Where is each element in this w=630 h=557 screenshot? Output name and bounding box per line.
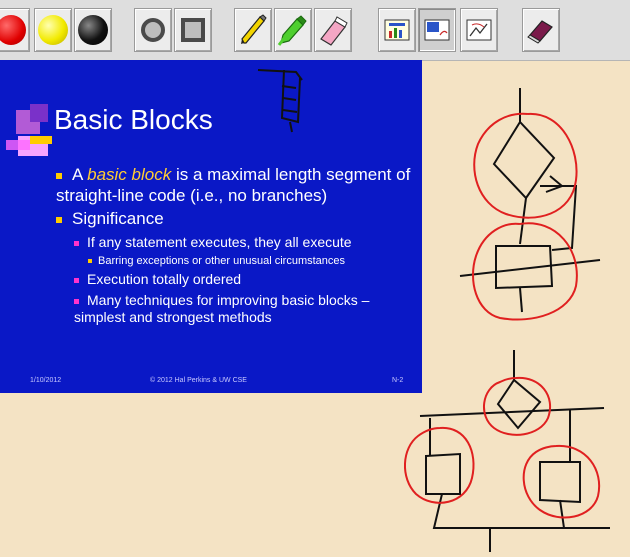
lower-flowgraph-sketch	[403, 350, 610, 552]
slide-ink-sketch	[257, 69, 303, 133]
ink-canvas[interactable]	[0, 0, 630, 557]
upper-flowgraph-sketch	[459, 88, 601, 321]
